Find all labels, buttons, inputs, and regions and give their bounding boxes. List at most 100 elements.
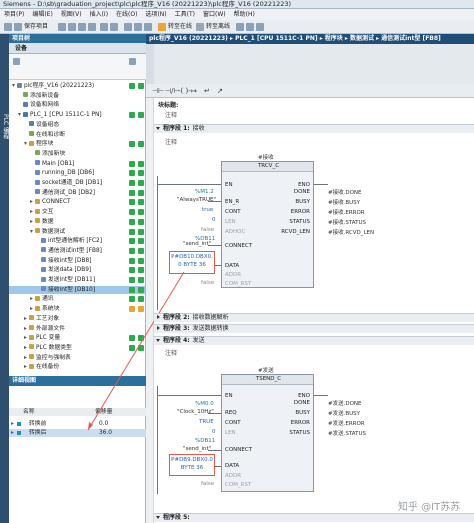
tree-new-icon[interactable] [13,58,20,65]
tree-item[interactable]: ▸ CONNECT [9,198,145,206]
cut-icon[interactable] [58,23,66,31]
tree-item[interactable]: 设备和网络 [9,101,145,109]
tree-item[interactable]: 通信测试int型 [FB8] [9,247,145,255]
eno-wire [314,395,328,396]
data-wire [214,466,221,467]
ladder-tool-button[interactable]: -( )- [178,87,191,95]
menu-item[interactable]: 插入(I) [90,11,108,18]
ladder-tool-button[interactable]: ⊣⊢ [152,87,164,95]
go-offline-button[interactable]: 转至离线 [206,22,230,32]
undo-icon[interactable] [100,23,108,31]
expand-arrow-icon[interactable]: ▸ [11,429,14,437]
tree-item[interactable]: Main [OB1] [9,160,145,168]
tree-node-icon [41,286,46,292]
eno-wire [314,184,328,185]
download-icon[interactable] [134,23,142,31]
tree-item-label: 系统块 [42,306,60,313]
collapse-icon[interactable] [156,515,160,519]
status-ok-icon [129,199,135,206]
expand-arrow-icon[interactable]: ▸ [11,420,14,428]
menu-item[interactable]: 窗口(W) [203,11,226,18]
trcv-instance: #接收 [258,155,274,161]
copy-icon[interactable] [68,23,76,31]
ladder-tool-button[interactable]: ↦ [191,87,197,95]
new-project-icon[interactable] [4,23,12,31]
tree-toolbar [9,54,146,80]
collapse-icon[interactable] [156,338,160,342]
go-offline-icon[interactable] [196,23,204,31]
tree-item[interactable]: 添加新块 [9,150,145,158]
open-project-icon[interactable] [14,23,22,31]
network-5-header[interactable]: 程序段 5: [154,513,474,522]
tree-item[interactable]: ▾ PLC_1 [CPU 1511C-1 PN] [9,111,145,119]
menu-item[interactable]: 选项(N) [145,11,166,18]
details-row-name: 转换前 [29,421,47,427]
plc-programming-side-tab[interactable]: PLC 编程 [0,34,9,523]
tree-item[interactable]: ▸ 交互 [9,208,145,216]
menu-item[interactable]: 工具(T) [175,11,195,18]
trcv-block[interactable]: TRCV_C EN ENO EN_R CONT LEN ADHOC CONNEC… [221,161,314,288]
expand-icon[interactable] [157,325,160,330]
tree-item[interactable]: socket通道_DB [DB1] [9,179,145,187]
tree-item-label: socket通道_DB [DB1] [42,180,103,186]
tree-item[interactable]: 通信测试_DB [DB2] [9,189,145,197]
network-4-comment[interactable]: 注释 [165,348,177,357]
redo-icon[interactable] [110,23,118,31]
tree-item-label: 在线和诊断 [36,131,65,138]
block-title: 块标题: [158,102,179,109]
go-online-button[interactable]: 转至在线 [168,22,192,32]
tree-item[interactable]: running_DB [DB6] [9,169,145,177]
tree-item[interactable]: ▾ 程序块 [9,140,145,148]
trcv-in-pin: ADHOC [225,229,246,235]
tree-item[interactable]: 在线和诊断 [9,131,145,139]
start-cpu-icon[interactable] [246,23,254,31]
tree-item-label: 添加新块 [42,150,66,157]
column-name: 名称 [23,409,35,415]
ladder-tool-button[interactable]: ↗ [217,87,223,95]
tree-node-icon [23,92,28,98]
len-value: 0 [212,429,216,435]
tree-item-label: 工艺对象 [36,315,60,322]
compile-icon[interactable] [124,23,132,31]
tree-item[interactable]: int型通信解析 [FC2] [9,237,145,245]
trcv-out-pin: RCVD_LEN [281,229,310,235]
trcv-out-var: #接收.STATUS [328,220,366,226]
ladder-tool-button[interactable]: ↵ [204,87,210,95]
tree-item[interactable]: 设备组态 [9,121,145,129]
save-project-button[interactable]: 保存项目 [24,22,48,32]
window-title: Siemens - D:\sb\graduation_project\plc\p… [0,0,474,9]
devices-tab[interactable]: 设备 [9,43,146,54]
trcv-in-pin: COM_RST [225,281,252,287]
en-r-address: %M1.2 [195,189,214,195]
stop-cpu-icon[interactable] [256,23,264,31]
status-ok-icon [129,170,135,177]
accessible-devices-icon[interactable] [236,23,244,31]
menu-item[interactable]: 项目(P) [4,11,24,18]
network-1-comment[interactable]: 注释 [165,137,177,146]
tsend-block[interactable]: TSEND_C EN ENO REQ CONT LEN CONNECT DATA… [221,374,314,492]
tree-item[interactable]: ▾ plc程序_V16 (20221223) [9,82,145,90]
network-4-header[interactable]: 程序段 4: 发送 [154,336,474,345]
data-pointer-line2: BYTE 36 [180,465,204,471]
upload-icon[interactable] [144,23,152,31]
menu-item[interactable]: 帮助(H) [234,11,255,18]
network-2-header[interactable]: 程序段 2: 接收数据解析 [154,313,474,322]
tree-node-icon [29,131,34,136]
go-online-icon[interactable] [158,23,166,31]
tree-item-label: CONNECT [42,199,71,206]
block-comment[interactable]: 注释 [165,110,177,119]
network-1-header[interactable]: 程序段 1: 接收 [154,124,474,133]
collapse-icon[interactable] [156,126,160,130]
network-3-header[interactable]: 程序段 3: 发送数据转换 [154,324,474,333]
menu-item[interactable]: 在线(O) [116,11,137,18]
paste-icon[interactable] [78,23,86,31]
menu-item[interactable]: 视图(V) [61,11,82,18]
expand-icon[interactable] [157,314,160,319]
menu-item[interactable]: 编辑(E) [32,11,52,18]
tree-item[interactable]: ▸ 数据 [9,218,145,226]
delete-icon[interactable] [88,23,96,31]
tree-view-icon[interactable] [129,58,136,65]
tree-item[interactable]: 接收int型 [DB8] [9,257,145,265]
tree-item[interactable]: ▾ 数据测试 [9,228,145,236]
tree-item[interactable]: 添加新设备 [9,92,145,100]
